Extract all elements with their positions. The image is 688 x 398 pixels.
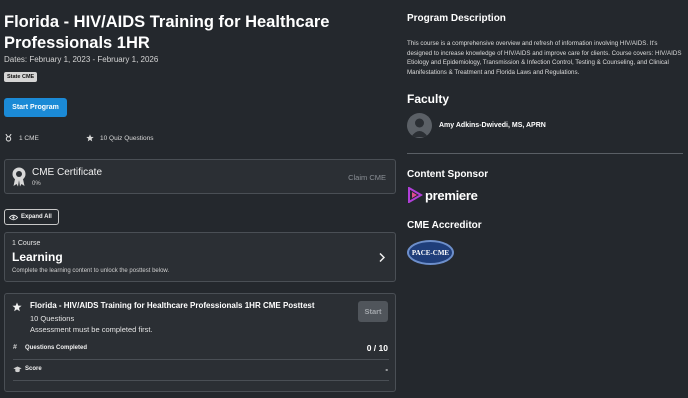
premiere-logo-text: premiere — [425, 187, 478, 203]
program-description-text: This course is a comprehensive overview … — [407, 40, 682, 76]
cme-credit-info: 1 CME — [5, 134, 39, 142]
certificate-ribbon-icon — [12, 167, 26, 187]
faculty-divider — [407, 153, 683, 154]
posttest-question-count: 10 Questions — [30, 314, 75, 323]
premiere-logo: premiere — [407, 187, 478, 203]
eye-icon — [9, 214, 18, 220]
cme-accreditor-heading: CME Accreditor — [407, 220, 482, 231]
state-cme-badge: State CME — [4, 72, 38, 82]
posttest-card: Florida - HIV/AIDS Training for Healthca… — [4, 293, 396, 392]
program-description-heading: Program Description — [407, 13, 506, 24]
quiz-info: 10 Quiz Questions — [86, 134, 153, 142]
hash-icon: # — [13, 344, 17, 351]
score-label: Score — [25, 366, 42, 372]
score-divider — [13, 380, 389, 381]
expand-all-button[interactable]: Expand All — [4, 209, 59, 225]
program-dates: Dates: February 1, 2023 - February 1, 20… — [4, 55, 159, 64]
certificate-title: CME Certificate — [32, 167, 103, 178]
posttest-title: Florida - HIV/AIDS Training for Healthca… — [30, 301, 315, 310]
questions-completed-label: Questions Completed — [25, 345, 88, 351]
faculty-avatar — [407, 113, 432, 138]
premiere-play-icon — [408, 187, 423, 203]
claim-cme-button[interactable]: Claim CME — [348, 173, 386, 182]
expand-all-label: Expand All — [21, 214, 52, 220]
certificate-progress: 0% — [32, 181, 41, 187]
learning-section-card[interactable]: 1 Course Learning Complete the learning … — [4, 232, 396, 282]
course-count: 1 Course — [12, 240, 41, 247]
star-icon — [12, 302, 22, 312]
score-value: - — [385, 365, 388, 374]
pace-cme-logo-text: PACE-CME — [411, 248, 450, 257]
quiz-count: 10 Quiz Questions — [100, 134, 154, 142]
program-title: Florida - HIV/AIDS Training for Healthca… — [4, 13, 330, 52]
award-icon — [5, 134, 12, 142]
content-sponsor-heading: Content Sponsor — [407, 169, 489, 180]
person-icon — [411, 118, 428, 137]
faculty-name[interactable]: Amy Adkins-Dwivedi, MS, APRN — [439, 122, 546, 129]
star-icon — [86, 134, 94, 142]
questions-completed-value: 0 / 10 — [366, 343, 388, 353]
posttest-divider — [13, 359, 389, 360]
start-program-button[interactable]: Start Program — [4, 98, 67, 117]
posttest-start-button[interactable]: Start — [358, 301, 388, 322]
learning-title: Learning — [12, 250, 63, 264]
cme-count: 1 CME — [19, 134, 39, 142]
pace-cme-logo: PACE-CME — [407, 240, 454, 265]
chevron-right-icon[interactable] — [379, 253, 385, 262]
faculty-heading: Faculty — [407, 92, 450, 106]
learning-description: Complete the learning content to unlock … — [12, 268, 170, 274]
cme-certificate-card: CME Certificate 0% Claim CME — [4, 159, 396, 194]
posttest-note: Assessment must be completed first. — [30, 325, 153, 334]
graduation-cap-icon — [13, 366, 22, 373]
